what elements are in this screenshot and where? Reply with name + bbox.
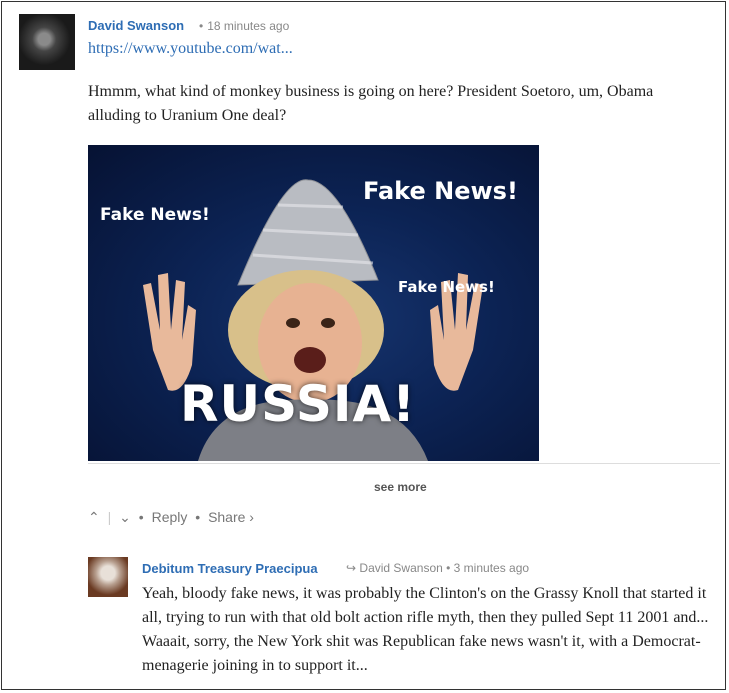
comment-author[interactable]: Debitum Treasury Praecipua bbox=[142, 561, 318, 576]
reply-arrow-icon: ↪ bbox=[346, 561, 357, 575]
separator-dot: • bbox=[138, 509, 144, 525]
separator-dot: • bbox=[195, 509, 201, 525]
avatar[interactable] bbox=[19, 14, 75, 70]
comment-body: Hmmm, what kind of monkey business is go… bbox=[88, 83, 654, 124]
divider bbox=[88, 463, 720, 464]
image-text-fake-news-right: Fake News! bbox=[398, 278, 495, 296]
comment-author[interactable]: David Swanson bbox=[88, 18, 184, 33]
reply-to-author[interactable]: David Swanson bbox=[359, 561, 442, 575]
comment-body: Yeah, bloody fake news, it was probably … bbox=[142, 585, 709, 674]
comment-meta: ↪ David Swanson • 3 minutes ago bbox=[346, 561, 530, 575]
image-text-russia: RUSSIA! bbox=[180, 375, 416, 433]
see-more-link[interactable]: see more bbox=[374, 480, 427, 494]
share-button[interactable]: Share › bbox=[208, 509, 254, 525]
separator: | bbox=[107, 509, 112, 525]
avatar[interactable] bbox=[88, 557, 128, 597]
comment-image[interactable]: Fake News! Fake News! Fake News! RUSSIA! bbox=[88, 145, 539, 461]
separator-dot: • bbox=[199, 19, 204, 33]
comment-meta: • 18 minutes ago bbox=[199, 19, 289, 33]
upvote-icon[interactable]: ⌃ bbox=[88, 509, 100, 525]
comment-time[interactable]: 3 minutes ago bbox=[454, 561, 529, 575]
image-text-fake-news-left: Fake News! bbox=[100, 205, 210, 225]
image-text-fake-news-top-right: Fake News! bbox=[363, 177, 518, 205]
comment-actions: ⌃ | ⌄ • Reply • Share › bbox=[88, 509, 258, 526]
reply-button[interactable]: Reply bbox=[152, 509, 188, 525]
youtube-link[interactable]: https://www.youtube.com/wat... bbox=[88, 40, 293, 58]
comment-time[interactable]: 18 minutes ago bbox=[207, 19, 289, 33]
downvote-icon[interactable]: ⌄ bbox=[119, 509, 131, 525]
